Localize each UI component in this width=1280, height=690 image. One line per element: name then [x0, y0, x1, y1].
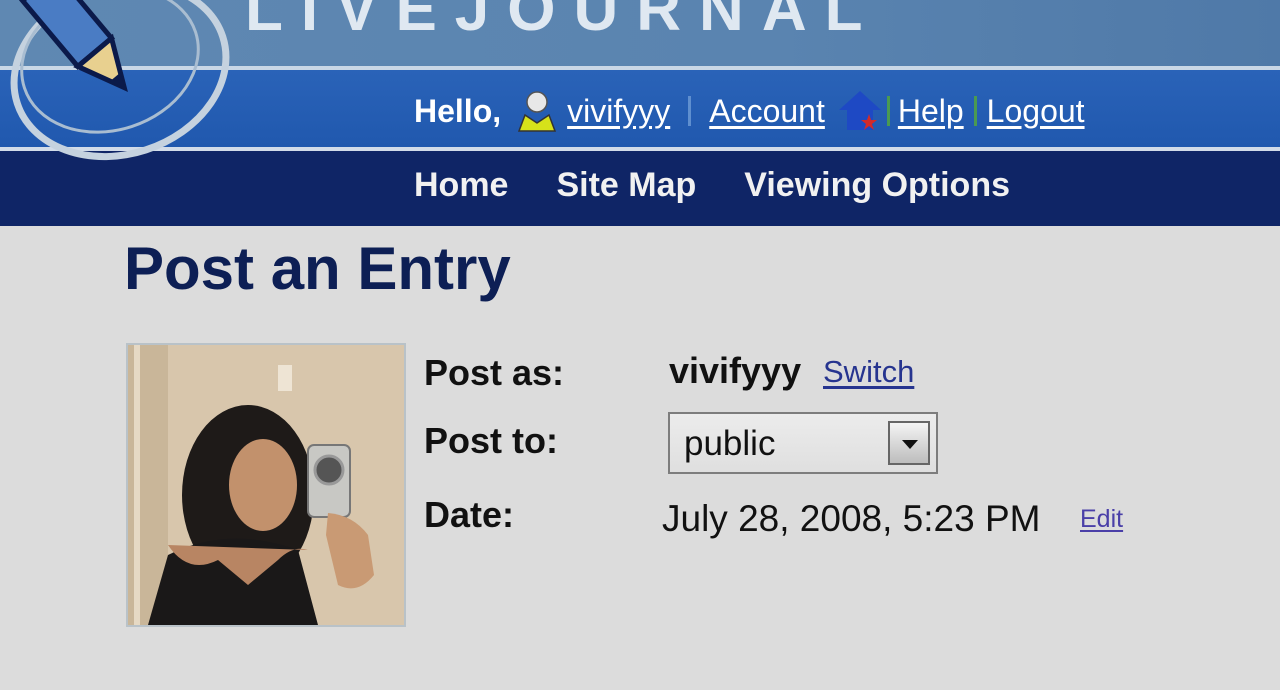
- username-link[interactable]: vivifyyy: [567, 93, 670, 130]
- help-link[interactable]: Help: [898, 93, 964, 130]
- nav-home[interactable]: Home: [414, 166, 508, 205]
- separator: [973, 96, 977, 126]
- post-to-select[interactable]: public: [668, 412, 938, 474]
- nav-site-map[interactable]: Site Map: [556, 166, 696, 205]
- date-value: July 28, 2008, 5:23 PM: [662, 498, 1041, 539]
- user-icon[interactable]: [515, 89, 559, 133]
- home-icon[interactable]: [837, 88, 883, 134]
- switch-link[interactable]: Switch: [823, 354, 914, 390]
- post-as-value: vivifyyy: [669, 350, 802, 391]
- userpic-photo: [126, 343, 406, 627]
- account-link[interactable]: Account: [709, 93, 825, 130]
- page-title: Post an Entry: [124, 235, 511, 302]
- separator: [688, 96, 692, 126]
- pencil-logo-icon[interactable]: [0, 0, 260, 180]
- post-to-value: public: [684, 424, 776, 463]
- user-links: Hello, vivifyyy Account Help Logout: [414, 88, 1085, 134]
- site-logo-text[interactable]: LIVEJOURNAL: [245, 0, 880, 45]
- main-nav: Home Site Map Viewing Options: [414, 166, 1010, 205]
- separator: [886, 96, 890, 126]
- post-as-label: Post as:: [424, 352, 565, 393]
- hello-label: Hello,: [414, 92, 502, 129]
- chevron-down-icon[interactable]: [888, 421, 930, 465]
- edit-date-link[interactable]: Edit: [1080, 505, 1123, 534]
- nav-viewing-options[interactable]: Viewing Options: [744, 166, 1010, 205]
- post-to-label: Post to:: [424, 420, 558, 461]
- logout-link[interactable]: Logout: [987, 93, 1085, 130]
- date-label: Date:: [424, 494, 515, 535]
